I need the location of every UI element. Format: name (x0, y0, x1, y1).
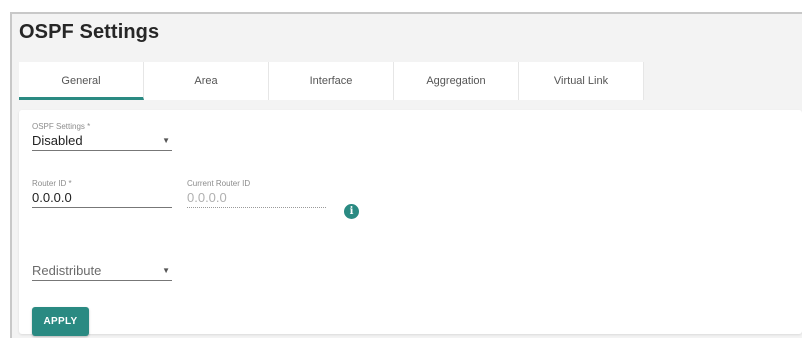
redistribute-select[interactable]: Redistribute ▼ (32, 261, 172, 281)
tab-aggregation[interactable]: Aggregation (394, 62, 519, 100)
tab-area[interactable]: Area (144, 62, 269, 100)
chevron-down-icon: ▼ (162, 266, 170, 275)
ospf-settings-field: OSPF Settings * Disabled ▼ (32, 122, 172, 151)
ospf-settings-label: OSPF Settings * (32, 122, 91, 131)
tab-general[interactable]: General (19, 62, 144, 100)
ospf-settings-value: Disabled (32, 133, 83, 148)
router-id-label: Router ID * (32, 179, 72, 188)
ospf-settings-select[interactable]: Disabled ▼ (32, 131, 172, 151)
chevron-down-icon: ▼ (162, 136, 170, 145)
redistribute-placeholder: Redistribute (32, 263, 102, 278)
info-icon[interactable]: i (344, 204, 359, 219)
router-id-field: Router ID * 0.0.0.0 (32, 179, 172, 208)
redistribute-field: Redistribute ▼ (32, 261, 172, 281)
current-router-id-label: Current Router ID (187, 179, 251, 188)
tab-interface[interactable]: Interface (269, 62, 394, 100)
tab-virtual-link[interactable]: Virtual Link (519, 62, 644, 100)
current-router-id-input: 0.0.0.0 (187, 188, 326, 208)
general-settings-panel: OSPF Settings * Disabled ▼ Router ID * 0… (19, 110, 802, 336)
apply-button[interactable]: APPLY (32, 307, 89, 336)
current-router-id-field: Current Router ID 0.0.0.0 (187, 179, 326, 208)
router-id-input[interactable]: 0.0.0.0 (32, 188, 172, 208)
ospf-settings-window: OSPF Settings General Area Interface Agg… (10, 12, 802, 338)
page-title: OSPF Settings (19, 21, 160, 43)
tab-bar: General Area Interface Aggregation Virtu… (19, 62, 644, 100)
